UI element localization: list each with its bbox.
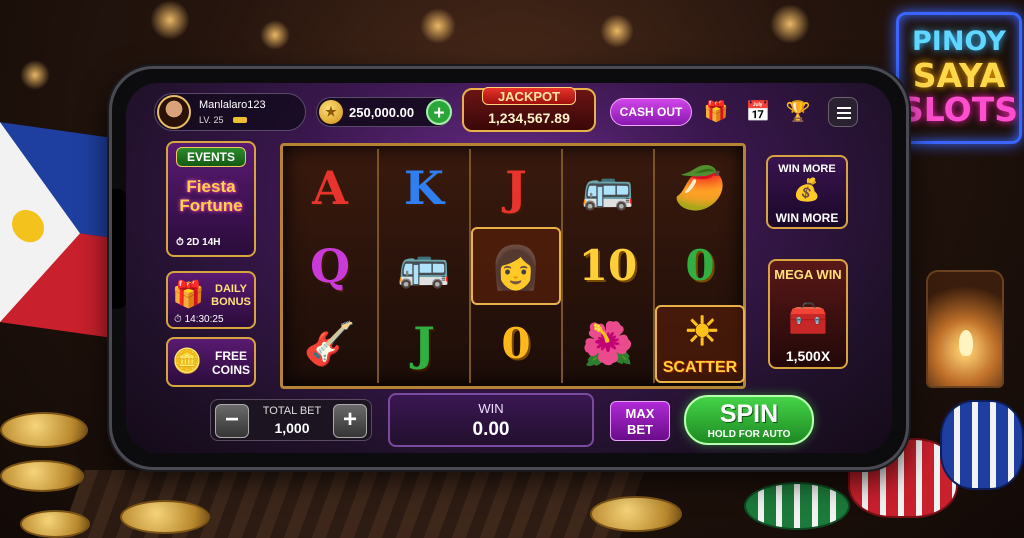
trophy-icon[interactable]: 🏆 xyxy=(784,98,812,126)
gold-coin xyxy=(590,496,682,532)
coin-icon: ★ xyxy=(319,100,343,124)
total-bet-value: 1,000 xyxy=(274,420,310,436)
reel-column: K 🚌 J xyxy=(377,149,467,383)
gold-pile-icon: 💰 xyxy=(793,177,821,202)
jeepney-icon: 🚌 xyxy=(397,242,451,289)
coin-balance: ★ 250,000.00 + xyxy=(316,97,452,127)
win-more-card[interactable]: WIN MORE 💰 WIN MORE xyxy=(766,155,848,229)
neon-sign: PINOY SAYA SLOTS xyxy=(896,12,1022,144)
letter-symbol: J xyxy=(413,317,435,371)
slot-reels: A Q 🎸 K 🚌 J J 👩 0 🚌 10 🌺 🥭 0 ☀ SCATTER xyxy=(280,143,746,389)
gift-icon[interactable]: 🎁 xyxy=(702,98,730,126)
mango-icon: 🥭 xyxy=(673,164,727,211)
number-symbol: 0 xyxy=(685,241,715,290)
jackpot-label: JACKPOT xyxy=(482,87,576,105)
gold-coin xyxy=(20,510,90,538)
increase-bet-button[interactable]: + xyxy=(333,404,367,438)
treasure-chest-icon: 🧰 xyxy=(788,300,828,336)
bokeh-light xyxy=(770,4,810,44)
mega-win-label: MEGA WIN xyxy=(774,267,842,282)
add-coins-button[interactable]: + xyxy=(426,99,452,125)
event-timer-value: 2D 14H xyxy=(186,237,221,248)
game-screen: Manlalaro123 LV. 25 ★ 250,000.00 + JACKP… xyxy=(126,83,892,453)
sun-icon: ☀ xyxy=(684,310,720,354)
number-symbol: 10 xyxy=(578,241,638,290)
reel-column: J 👩 0 xyxy=(469,149,561,383)
bokeh-light xyxy=(260,20,290,50)
level-progress-bar xyxy=(233,117,247,123)
filipina-woman-icon: 👩 xyxy=(471,227,561,305)
casino-chip-stack xyxy=(744,482,850,530)
menu-icon[interactable] xyxy=(828,97,858,127)
number-symbol: 0 xyxy=(501,319,531,368)
avatar[interactable] xyxy=(157,95,191,129)
phone-device: Manlalaro123 LV. 25 ★ 250,000.00 + JACKP… xyxy=(109,66,909,470)
coin-stack-icon: 🪙 xyxy=(172,348,202,375)
letter-symbol: A xyxy=(312,161,348,215)
daily-bonus-card[interactable]: 🎁 DAILY BONUS ⏱ 14:30:25 xyxy=(166,271,256,329)
spin-label: SPIN xyxy=(719,400,779,428)
win-value: 0.00 xyxy=(472,419,510,440)
philippine-flag xyxy=(0,122,112,338)
gold-coin xyxy=(0,460,84,492)
guitar-icon: 🎸 xyxy=(303,320,357,367)
scatter-label: SCATTER xyxy=(662,359,738,376)
player-level: LV. 25 xyxy=(199,115,224,125)
mega-win-card[interactable]: MEGA WIN 🧰 1,500X xyxy=(768,259,848,369)
jeepney-icon: 🚌 xyxy=(581,164,635,211)
free-coins-card[interactable]: 🪙 FREE COINS xyxy=(166,337,256,387)
win-more-bottom-label: WIN MORE xyxy=(775,211,839,225)
player-username: Manlalaro123 xyxy=(199,99,266,111)
win-display: WIN 0.00 xyxy=(388,393,594,447)
jackpot-value: 1,234,567.89 xyxy=(488,110,570,126)
cash-out-button[interactable]: CASH OUT xyxy=(610,98,692,126)
event-title: Fiesta Fortune xyxy=(179,177,243,215)
bokeh-light xyxy=(20,60,50,90)
coin-balance-value: 250,000.00 xyxy=(349,105,415,120)
total-bet-label: TOTAL BET xyxy=(262,405,322,417)
casino-chip-stack xyxy=(940,400,1024,490)
neon-sign-line: PINOY xyxy=(912,26,1006,57)
win-label: WIN xyxy=(478,401,504,416)
gold-coin xyxy=(0,412,88,448)
bokeh-light xyxy=(150,0,190,40)
reel-column: 🚌 10 🌺 xyxy=(561,149,651,383)
free-coins-label: FREE COINS xyxy=(211,349,250,377)
scatter-symbol: ☀ SCATTER xyxy=(655,305,745,383)
events-card[interactable]: EVENTS Fiesta Fortune ⏱ 2D 14H xyxy=(166,141,256,257)
max-bet-button[interactable]: MAX BET xyxy=(610,401,670,441)
reel-column: A Q 🎸 xyxy=(285,149,375,383)
daily-bonus-label: DAILY BONUS xyxy=(211,283,251,308)
letter-symbol: J xyxy=(505,161,527,215)
event-timer: ⏱ 2D 14H xyxy=(176,237,221,248)
bokeh-light xyxy=(600,14,634,48)
bokeh-light xyxy=(420,8,456,44)
neon-sign-line: SLOTS xyxy=(900,90,1018,129)
events-label: EVENTS xyxy=(176,147,246,167)
flowers-icon: 🌺 xyxy=(581,320,635,367)
gold-coin xyxy=(120,500,210,534)
daily-bonus-timer: ⏱ 14:30:25 xyxy=(174,314,224,325)
mega-win-multiplier: 1,500X xyxy=(785,348,831,364)
phone-notch xyxy=(112,189,126,309)
spin-button[interactable]: SPIN HOLD FOR AUTO xyxy=(684,395,814,445)
spin-hint: HOLD FOR AUTO xyxy=(707,429,791,440)
jackpot-display: JACKPOT 1,234,567.89 xyxy=(462,87,596,132)
win-more-top-label: WIN MORE xyxy=(778,163,836,175)
calendar-icon[interactable]: 📅 xyxy=(744,98,772,126)
gift-box-icon: 🎁 xyxy=(172,279,205,309)
daily-bonus-timer-value: 14:30:25 xyxy=(184,314,224,325)
neon-sign-line: SAYA xyxy=(912,56,1006,95)
letter-symbol: Q xyxy=(309,239,351,293)
letter-symbol: K xyxy=(404,161,444,215)
decrease-bet-button[interactable]: − xyxy=(215,404,249,438)
total-bet-panel: − TOTAL BET 1,000 + xyxy=(210,399,372,441)
reel-column: 🥭 0 ☀ SCATTER xyxy=(653,149,745,383)
candle-lantern xyxy=(926,270,1004,388)
player-profile[interactable]: Manlalaro123 LV. 25 xyxy=(154,93,306,131)
